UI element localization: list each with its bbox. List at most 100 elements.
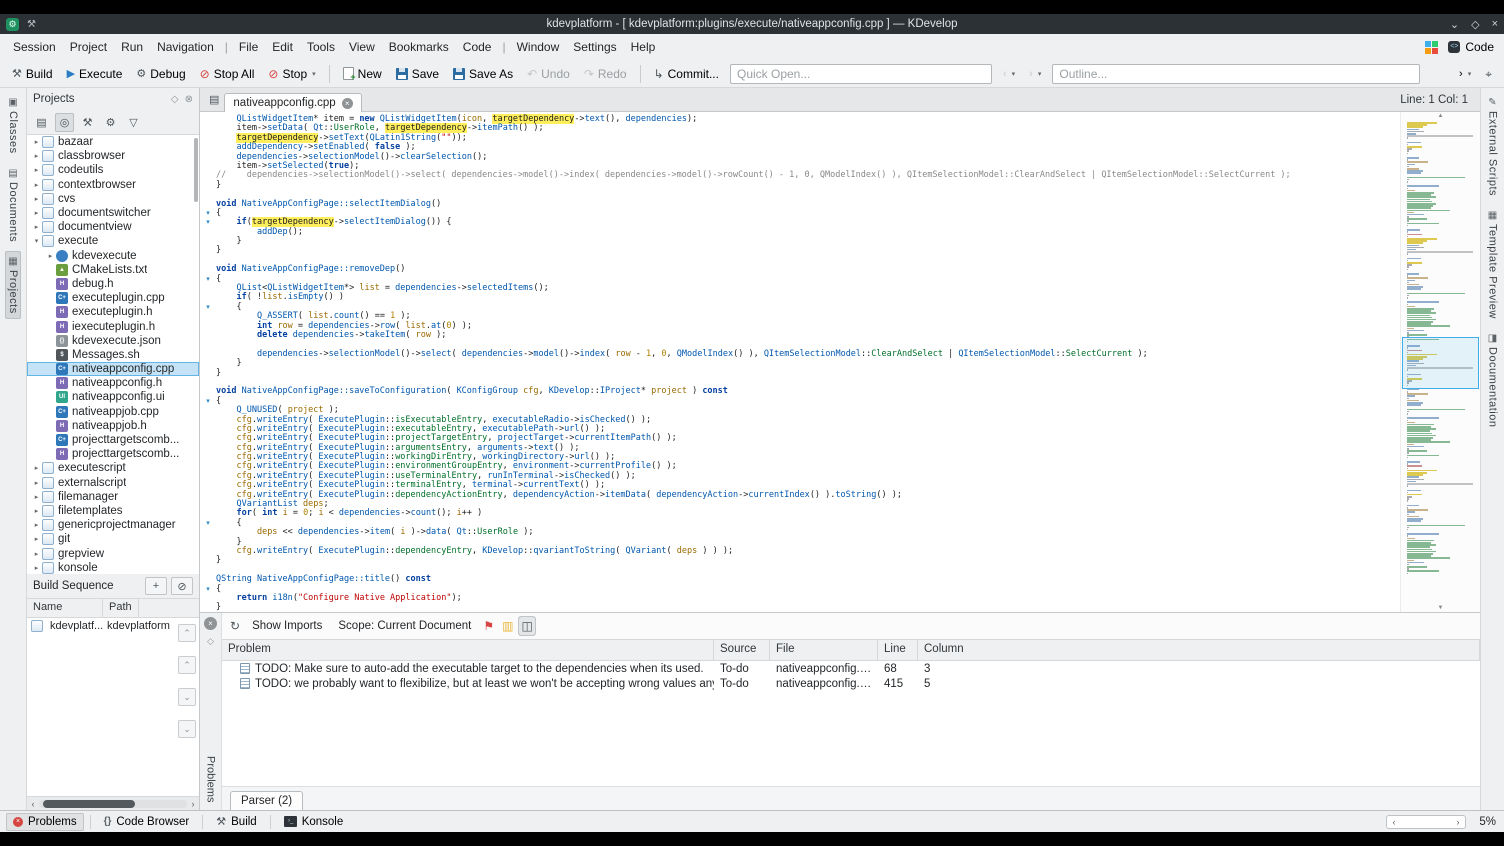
show-imports-button[interactable]: Show Imports <box>248 618 326 634</box>
tree-item[interactable]: ▸ filemanager <box>27 490 199 504</box>
code-line[interactable]: cfg.writeEntry( ExecutePlugin::dependenc… <box>200 490 1400 500</box>
code-line[interactable]: dependencies->selectionModel()->clearSel… <box>200 152 1400 162</box>
stop-button[interactable]: ⊘ Stop ▾ <box>262 64 321 84</box>
tab-external-scripts[interactable]: ✎ External Scripts <box>1485 92 1501 201</box>
browse-forward-button[interactable]: › ▾ <box>1453 65 1477 83</box>
save-button[interactable]: Save <box>390 64 445 84</box>
minimize-icon[interactable]: ⌄ <box>1450 18 1459 31</box>
minimap-viewport[interactable] <box>1402 337 1479 389</box>
tree-item[interactable]: ▸ cvs <box>27 192 199 206</box>
code-line[interactable]: return i18n("Configure Native Applicatio… <box>200 593 1400 603</box>
buildset-move-down-button[interactable]: ⌄ <box>178 688 196 706</box>
code-line[interactable]: cfg.writeEntry( ExecutePlugin::dependenc… <box>200 546 1400 556</box>
debug-button[interactable]: ⚙ Debug <box>130 64 191 84</box>
tree-item[interactable]: ▸ filetemplates <box>27 504 199 518</box>
tab-documents[interactable]: ▤ Documents <box>5 163 21 247</box>
expander-icon[interactable]: ▸ <box>31 195 42 203</box>
tree-item[interactable]: ▸ grepview <box>27 546 199 560</box>
expander-icon[interactable]: ▸ <box>31 493 42 501</box>
tree-item[interactable]: ▲ CMakeLists.txt <box>27 263 199 277</box>
menu-window[interactable]: Window <box>510 34 567 60</box>
problem-row[interactable]: TODO: we probably want to flexibilize, b… <box>222 676 1480 691</box>
fold-marker-icon[interactable]: ▾ <box>200 218 216 227</box>
build-button[interactable]: ⚒ Build <box>6 64 59 84</box>
code-line[interactable]: dependencies->selectionModel()->select( … <box>200 349 1400 359</box>
close-icon[interactable]: × <box>1492 18 1498 31</box>
locate-current-document-icon[interactable]: ◎ <box>55 112 74 132</box>
outline-input[interactable] <box>1052 63 1421 84</box>
fold-marker-icon[interactable]: ▾ <box>200 303 216 312</box>
code-line[interactable]: void NativeAppConfigPage::removeDep() <box>200 265 1400 274</box>
tree-item[interactable]: ▸ git <box>27 532 199 546</box>
area-code-button[interactable]: Code <box>1448 40 1494 54</box>
code-line[interactable]: } <box>200 556 1400 565</box>
code-line[interactable]: ▾ if(targetDependency->selectItemDialog(… <box>200 217 1400 228</box>
expander-icon[interactable]: ▸ <box>31 479 42 487</box>
filter-icon[interactable]: ▽ <box>124 113 143 132</box>
code-line[interactable]: } <box>200 603 1400 612</box>
code-line[interactable]: addDep(); <box>200 227 1400 237</box>
tree-item[interactable]: ▾ execute <box>27 234 199 248</box>
toolview-konsole-button[interactable]: ›_ Konsole <box>277 813 351 831</box>
stop-all-button[interactable]: ⊘ Stop All <box>194 64 261 84</box>
fold-marker-icon[interactable]: ▾ <box>200 397 216 406</box>
expander-icon[interactable]: ▸ <box>31 152 42 160</box>
buildset-column-path[interactable]: Path <box>103 599 139 617</box>
expander-icon[interactable]: ▸ <box>31 166 42 174</box>
fold-marker-icon[interactable]: ▾ <box>200 519 216 528</box>
expander-icon[interactable]: ▾ <box>31 237 42 245</box>
menu-project[interactable]: Project <box>63 34 114 60</box>
code-line[interactable]: void NativeAppConfigPage::saveToConfigur… <box>200 387 1400 396</box>
fold-marker-icon[interactable]: ▾ <box>200 585 216 594</box>
tree-item[interactable]: Hprojecttargetscomb... <box>27 447 199 461</box>
code-line[interactable]: } <box>200 180 1400 190</box>
jump-prev-button[interactable]: ‹ ▾ <box>997 65 1021 83</box>
tree-item[interactable]: {} kdevexecute.json <box>27 334 199 348</box>
zoom-left-icon[interactable]: ‹ <box>1387 817 1401 827</box>
execute-button[interactable]: ▶ Execute <box>61 64 129 84</box>
tree-item[interactable]: ▸ kdevexecute <box>27 249 199 263</box>
quick-open-input[interactable] <box>729 63 992 84</box>
tree-item[interactable]: C+ nativeappjob.cpp <box>27 405 199 419</box>
toolview-problems-button[interactable]: × Problems <box>6 812 84 831</box>
menu-run[interactable]: Run <box>114 34 150 60</box>
toolview-build-button[interactable]: ⚒ Build <box>209 812 263 831</box>
errors-filter-icon[interactable]: ⚑ <box>483 619 494 633</box>
tree-item[interactable]: C+ executeplugin.cpp <box>27 291 199 305</box>
problems-column-column[interactable]: Column <box>918 640 1480 660</box>
code-line[interactable]: deps << dependencies->item( i )->data( Q… <box>200 527 1400 537</box>
tree-item[interactable]: $ Messages.sh <box>27 348 199 362</box>
fold-marker-icon[interactable]: ▾ <box>200 209 216 218</box>
float-panel-icon[interactable]: ◇ <box>207 636 214 647</box>
titlebar-tool-icon[interactable]: ⚒ <box>27 19 36 30</box>
code-line[interactable]: void NativeAppConfigPage::selectItemDial… <box>200 199 1400 209</box>
undo-button[interactable]: ↶ Undo <box>521 64 576 84</box>
add-to-buildset-button[interactable]: + <box>145 577 167 595</box>
tab-close-icon[interactable]: × <box>341 97 353 109</box>
zoom-track[interactable] <box>1401 816 1451 828</box>
document-list-icon[interactable]: ▤ <box>204 93 224 106</box>
menu-file[interactable]: File <box>232 34 265 60</box>
expander-icon[interactable]: ▸ <box>31 507 42 515</box>
expander-icon[interactable]: ▸ <box>31 138 42 146</box>
tree-item[interactable]: ▸ codeutils <box>27 163 199 177</box>
area-switcher-icon[interactable] <box>1425 40 1439 54</box>
jump-next-button[interactable]: › ▾ <box>1023 65 1047 83</box>
code-line[interactable]: if( !list.isEmpty() ) <box>200 293 1400 302</box>
tree-item[interactable]: ▸ classbrowser <box>27 149 199 163</box>
expander-icon[interactable]: ▸ <box>31 181 42 189</box>
buildset-column-name[interactable]: Name <box>27 599 103 617</box>
tree-item[interactable]: ▸ genericprojectmanager <box>27 518 199 532</box>
tab-projects[interactable]: ▦ Projects <box>5 250 21 319</box>
code-editor[interactable]: QListWidgetItem* item = new QListWidgetI… <box>200 112 1480 612</box>
problems-column-source[interactable]: Source <box>714 640 770 660</box>
expander-icon[interactable]: ▸ <box>31 209 42 217</box>
code-line[interactable]: } <box>200 236 1400 246</box>
menu-tools[interactable]: Tools <box>300 34 342 60</box>
menu-settings[interactable]: Settings <box>566 34 623 60</box>
projects-mode-icon[interactable]: ▤ <box>32 113 51 132</box>
commit-button[interactable]: ↳ Commit... <box>648 64 725 84</box>
expander-icon[interactable]: ▸ <box>31 464 42 472</box>
tab-documentation[interactable]: ◨ Documentation <box>1485 328 1501 433</box>
tree-item[interactable]: ▸ executescript <box>27 461 199 475</box>
